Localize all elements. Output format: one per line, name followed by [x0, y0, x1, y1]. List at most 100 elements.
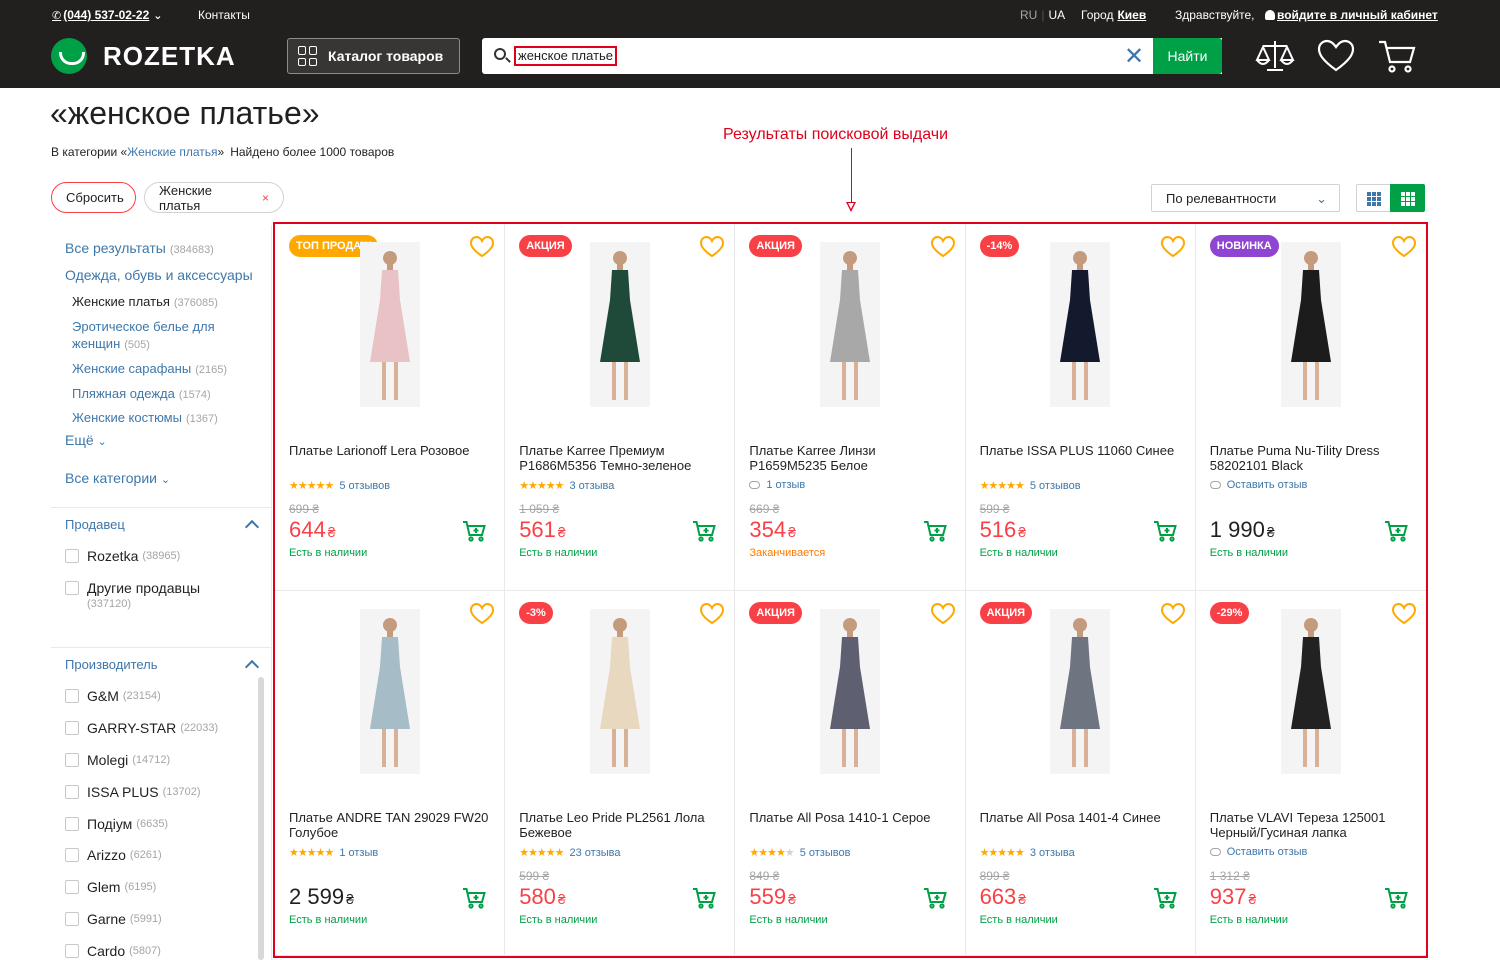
heart-icon[interactable]	[1160, 602, 1185, 625]
review-count[interactable]: 3 отзыва	[570, 480, 615, 492]
sidebar-category-clothing[interactable]: Одежда, обувь и аксессуары	[65, 267, 253, 283]
product-title[interactable]: Платье Puma Nu-Tility Dress 58202101 Bla…	[1210, 443, 1415, 473]
review-count[interactable]: 3 отзыва	[1030, 847, 1075, 859]
view-small-tiles-button[interactable]	[1356, 184, 1391, 212]
review-count[interactable]: 23 отзыва	[570, 847, 621, 859]
review-count[interactable]: 1 отзыв	[339, 847, 378, 859]
checkbox[interactable]	[65, 912, 79, 926]
add-to-cart-icon[interactable]	[1153, 887, 1177, 909]
product-card[interactable]: -29% Платье VLAVI Тереза 125001 Черный/Гу…	[1195, 591, 1426, 956]
product-title[interactable]: Платье VLAVI Тереза 125001 Черный/Гусина…	[1210, 810, 1415, 840]
product-image[interactable]	[359, 242, 420, 407]
product-title[interactable]: Платье Leo Pride PL2561 Лола Бежевое	[519, 810, 724, 840]
checkbox[interactable]	[65, 689, 79, 703]
brand-checkbox[interactable]: Molegi (14712)	[65, 752, 170, 768]
heart-icon[interactable]	[1391, 235, 1416, 258]
view-large-tiles-button[interactable]	[1390, 184, 1425, 212]
catalog-button[interactable]: Каталог товаров	[287, 38, 460, 74]
product-card[interactable]: АКЦИЯ Платье Karree Линзи P1659M5235 Бело…	[735, 224, 966, 591]
search-button[interactable]: Найти	[1153, 38, 1222, 74]
search-input[interactable]: женское платье	[514, 46, 618, 66]
product-rating[interactable]: 1 отзыв	[749, 479, 805, 491]
seller-checkbox-rozetka[interactable]: Rozetka (38965)	[65, 548, 180, 564]
product-rating[interactable]: ★★★★★ 3 отзыва	[519, 479, 615, 493]
heart-icon[interactable]	[470, 602, 495, 625]
sort-select[interactable]: По релевантности ⌄	[1151, 184, 1340, 212]
sidebar-sub-erotic-lingerie[interactable]: Эротическое белье для женщин (505)	[72, 318, 262, 354]
product-image[interactable]	[589, 242, 650, 407]
brand-checkbox[interactable]: Подіум (6635)	[65, 816, 168, 832]
brand-checkbox[interactable]: GARRY-STAR (22033)	[65, 720, 218, 736]
product-title[interactable]: Платье ANDRE TAN 29029 FW20 Голубое	[289, 810, 494, 840]
brand-checkbox[interactable]: Garne (5991)	[65, 911, 162, 927]
add-to-cart-icon[interactable]	[692, 887, 717, 909]
product-image[interactable]	[819, 609, 880, 774]
active-filter-chip[interactable]: Женские платья ×	[144, 182, 284, 213]
heart-icon[interactable]	[1160, 235, 1185, 258]
brand-section-title[interactable]: Производитель	[65, 657, 158, 672]
reset-filters-button[interactable]: Сбросить	[51, 182, 136, 213]
sidebar-sub-suits[interactable]: Женские костюмы (1367)	[72, 409, 262, 428]
heart-icon[interactable]	[1391, 602, 1416, 625]
checkbox[interactable]	[65, 753, 79, 767]
product-rating[interactable]: ★★★★★ 1 отзыв	[289, 846, 378, 860]
heart-icon[interactable]	[470, 235, 495, 258]
add-to-cart-icon[interactable]	[462, 887, 487, 909]
checkbox[interactable]	[65, 721, 79, 735]
sidebar-all-categories[interactable]: Все категории ⌄	[65, 470, 170, 486]
review-count[interactable]: 5 отзывов	[339, 480, 390, 492]
sidebar-sub-sundresses[interactable]: Женские сарафаны (2165)	[72, 360, 262, 379]
add-to-cart-icon[interactable]	[462, 520, 487, 542]
product-rating[interactable]: ★★★★★ 5 отзывов	[749, 846, 851, 860]
product-card[interactable]: НОВИНКА Платье Puma Nu-Tility Dress 58202…	[1195, 224, 1426, 591]
product-card[interactable]: -14% Платье ISSA PLUS 11060 Синее ★★★★★ 5 о…	[965, 224, 1196, 591]
sidebar-scrollbar[interactable]	[258, 677, 264, 960]
login-link[interactable]: войдите в личный кабинет	[1265, 8, 1438, 22]
contacts-link[interactable]: Контакты	[198, 8, 250, 22]
logo[interactable]: ROZETKA	[51, 38, 236, 74]
chevron-up-icon[interactable]	[244, 519, 260, 535]
city-selector[interactable]: Город Киев	[1081, 8, 1146, 22]
brand-checkbox[interactable]: G&M (23154)	[65, 688, 161, 704]
product-image[interactable]	[1280, 242, 1341, 407]
add-to-cart-icon[interactable]	[1153, 520, 1177, 542]
product-image[interactable]	[1050, 609, 1111, 774]
cart-icon[interactable]	[1377, 38, 1417, 74]
product-title[interactable]: Платье Karree Линзи P1659M5235 Белое	[749, 443, 954, 473]
city-name[interactable]: Киев	[1117, 8, 1146, 22]
review-count[interactable]: 5 отзывов	[800, 847, 851, 859]
seller-checkbox-others[interactable]: Другие продавцы (337120)	[65, 580, 265, 610]
seller-section-title[interactable]: Продавец	[65, 517, 125, 532]
checkbox[interactable]	[65, 817, 79, 831]
product-image[interactable]	[589, 609, 650, 774]
sidebar-sub-women-dresses[interactable]: Женские платья (376085)	[72, 293, 262, 312]
product-card[interactable]: АКЦИЯ Платье Karree Премиум P1686M5356 Те…	[505, 224, 736, 591]
clear-search-icon[interactable]: ✕	[1124, 42, 1144, 71]
add-to-cart-icon[interactable]	[1384, 520, 1408, 542]
review-count[interactable]: Оставить отзыв	[1227, 846, 1308, 858]
chevron-up-icon[interactable]	[244, 659, 260, 675]
product-rating[interactable]: ★★★★★ 5 отзывов	[980, 479, 1081, 493]
favorites-heart-icon[interactable]	[1316, 38, 1356, 74]
remove-filter-icon[interactable]: ×	[262, 191, 269, 205]
brand-checkbox[interactable]: Cardo (5807)	[65, 943, 161, 959]
product-image[interactable]	[1280, 609, 1341, 774]
compare-scales-icon[interactable]	[1255, 38, 1295, 74]
chevron-down-icon[interactable]: ⌄	[153, 9, 162, 22]
product-image[interactable]	[819, 242, 880, 407]
product-title[interactable]: Платье All Posa 1401-4 Синее	[980, 810, 1185, 825]
heart-icon[interactable]	[700, 235, 725, 258]
product-card[interactable]: Платье ANDRE TAN 29029 FW20 Голубое ★★★★★…	[275, 591, 506, 956]
product-card[interactable]: АКЦИЯ Платье All Posa 1401-4 Синее ★★★★★ 3 …	[965, 591, 1196, 956]
checkbox[interactable]	[65, 880, 79, 894]
product-title[interactable]: Платье Larionoff Lera Розовое	[289, 443, 494, 458]
brand-checkbox[interactable]: Arizzo (6261)	[65, 847, 162, 863]
sidebar-more-link[interactable]: Ещё ⌄	[65, 432, 107, 448]
add-to-cart-icon[interactable]	[1384, 887, 1408, 909]
review-count[interactable]: Оставить отзыв	[1227, 479, 1308, 491]
product-image[interactable]	[1050, 242, 1111, 407]
product-rating[interactable]: Оставить отзыв	[1209, 479, 1308, 491]
checkbox[interactable]	[65, 848, 79, 862]
add-to-cart-icon[interactable]	[923, 887, 947, 909]
add-to-cart-icon[interactable]	[692, 520, 717, 542]
